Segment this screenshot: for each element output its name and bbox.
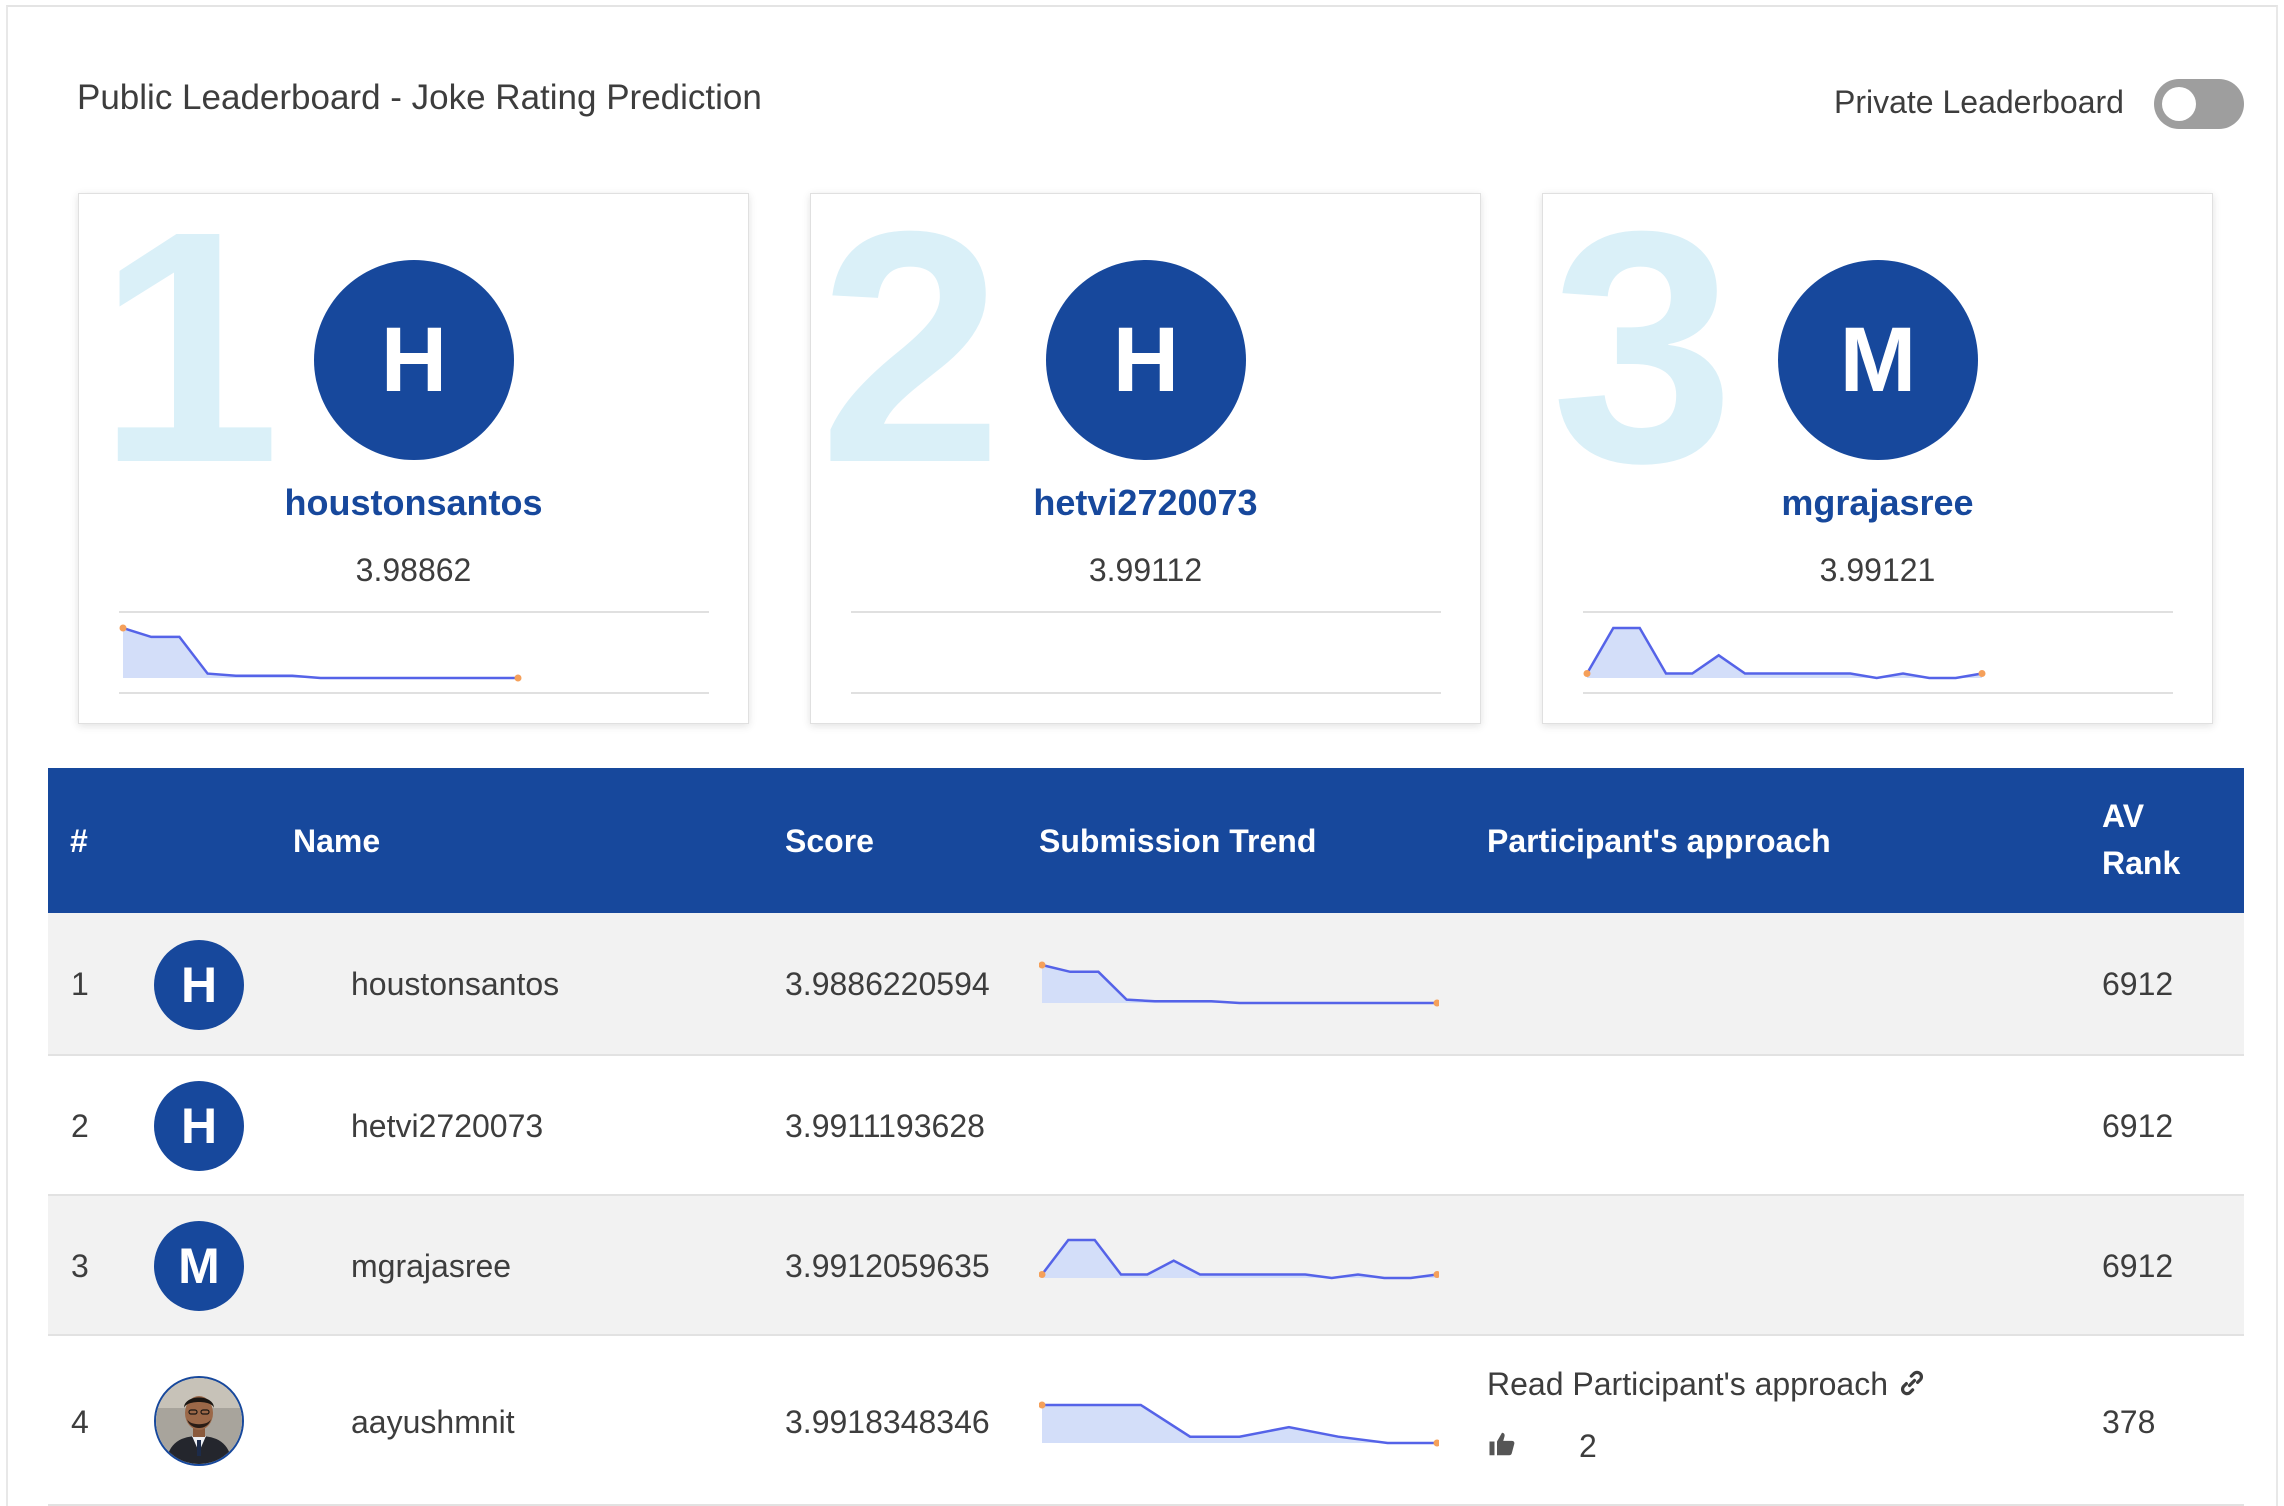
table-row: 4 aayushmnit 3.9918348346 Read Participa…: [48, 1336, 2244, 1506]
avatar: H: [314, 260, 514, 460]
sparkline-area: [1042, 1240, 1437, 1278]
page-title: Public Leaderboard - Joke Rating Predict…: [77, 78, 762, 117]
divider: [1583, 692, 2173, 694]
toggle-knob: [2162, 87, 2196, 121]
thumbs-up-icon[interactable]: [1487, 1429, 1517, 1459]
row-score: 3.9886220594: [785, 966, 990, 1002]
sparkline-area: [123, 628, 518, 678]
row-av-rank: 6912: [2102, 1248, 2174, 1284]
podium-score: 3.99112: [1088, 552, 1203, 588]
sparkline-point: [1433, 1439, 1439, 1447]
avatar: H: [154, 1081, 244, 1171]
divider: [851, 611, 1441, 613]
row-av-rank: 6912: [2102, 966, 2174, 1002]
submission-trend-sparkline: [1583, 626, 1986, 680]
sparkline-point: [1583, 670, 1591, 677]
table-row: 2 H hetvi2720073 3.9911193628 6912: [48, 1056, 2244, 1196]
row-name[interactable]: hetvi2720073: [351, 1108, 543, 1145]
row-av-rank: 6912: [2102, 1108, 2174, 1144]
private-leaderboard-toggle[interactable]: [2154, 79, 2244, 129]
column-header-rank: #: [70, 823, 88, 859]
avatar: H: [154, 940, 244, 1030]
row-rank: 1: [71, 966, 89, 1002]
sparkline-area: [1587, 628, 1982, 678]
leaderboard-table-header: # Name Score Submission Trend Participan…: [48, 768, 2244, 913]
read-approach-link[interactable]: Read Participant's approach: [1487, 1366, 1927, 1403]
row-rank: 4: [71, 1404, 89, 1440]
sparkline-point: [1433, 999, 1439, 1007]
row-score: 3.9918348346: [785, 1404, 990, 1440]
podium-card-2: 2 H hetvi2720073 3.99112: [810, 193, 1481, 724]
podium-name-link[interactable]: hetvi2720073: [811, 482, 1480, 524]
podium-name-link[interactable]: houstonsantos: [79, 482, 748, 524]
avatar: H: [1046, 260, 1246, 460]
column-header-av-rank-line1: AV: [2102, 798, 2145, 834]
podium-rank-number: 1: [97, 193, 281, 531]
column-header-approach: Participant's approach: [1487, 823, 1831, 859]
podium-rank-number: 2: [819, 193, 1003, 531]
submission-trend-sparkline: [1039, 1401, 1439, 1447]
column-header-score[interactable]: Score: [785, 823, 874, 860]
column-header-trend: Submission Trend: [1039, 823, 1317, 859]
table-row: 1 H houstonsantos 3.9886220594 6912: [48, 913, 2244, 1056]
row-name[interactable]: aayushmnit: [351, 1404, 515, 1441]
link-icon: [1900, 1370, 1923, 1396]
submission-trend-sparkline: [851, 622, 1441, 684]
submission-trend-sparkline: [1039, 1238, 1439, 1280]
podium-rank-number: 3: [1551, 193, 1735, 531]
submission-trend-sparkline: [119, 624, 522, 682]
row-score: 3.9912059635: [785, 1248, 990, 1284]
divider: [119, 611, 709, 613]
column-header-name[interactable]: Name: [293, 823, 380, 860]
divider: [851, 692, 1441, 694]
like-count: 2: [1579, 1428, 1597, 1464]
sparkline-point: [514, 674, 522, 682]
row-rank: 2: [71, 1108, 89, 1144]
sparkline-point: [1978, 670, 1986, 677]
divider: [119, 692, 709, 694]
row-score: 3.9911193628: [785, 1108, 985, 1144]
column-header-av-rank-line2: Rank: [2102, 845, 2181, 881]
sparkline-point: [119, 624, 127, 632]
podium-name-link[interactable]: mgrajasree: [1543, 482, 2212, 524]
podium-score: 3.98862: [355, 552, 472, 588]
submission-trend-sparkline: [1039, 1101, 1439, 1151]
private-leaderboard-label: Private Leaderboard: [1834, 84, 2124, 120]
sparkline-area: [1042, 965, 1437, 1003]
row-rank: 3: [71, 1248, 89, 1284]
divider: [1583, 611, 2173, 613]
read-approach-label: Read Participant's approach: [1487, 1366, 1889, 1402]
avatar: M: [154, 1221, 244, 1311]
podium-score: 3.99121: [1819, 552, 1936, 588]
table-row: 3 M mgrajasree 3.9912059635 6912: [48, 1196, 2244, 1336]
avatar: M: [1778, 260, 1978, 460]
user-photo-icon: [156, 1378, 242, 1464]
avatar-photo: [154, 1376, 244, 1466]
row-av-rank: 378: [2102, 1404, 2156, 1440]
submission-trend-sparkline: [1039, 961, 1439, 1007]
row-name[interactable]: mgrajasree: [351, 1248, 511, 1285]
row-name[interactable]: houstonsantos: [351, 966, 559, 1003]
podium-card-3: 3 M mgrajasree 3.99121: [1542, 193, 2213, 724]
podium-card-1: 1 H houstonsantos 3.98862: [78, 193, 749, 724]
